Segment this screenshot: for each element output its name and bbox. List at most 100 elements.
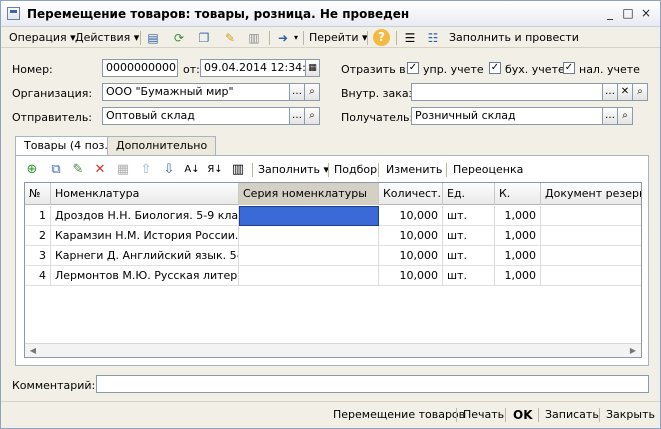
tab-additional[interactable]: Дополнительно <box>107 136 217 155</box>
coefficient-cell[interactable]: 1,000 <box>495 206 541 226</box>
actions-menu[interactable]: Действия ▾ <box>75 30 139 46</box>
maximize-button[interactable]: □ <box>621 6 635 20</box>
move-down-icon[interactable]: ⇩ <box>161 162 177 178</box>
internal-order-field[interactable] <box>411 83 603 101</box>
copy-document-icon[interactable]: ❐ <box>196 30 212 46</box>
save-button[interactable]: Записать <box>545 407 599 423</box>
close-window-button[interactable]: × <box>639 6 653 20</box>
item-cell[interactable]: Карамзин Н.М. История России. ... <box>51 226 239 246</box>
delete-row-icon[interactable]: ✕ <box>92 162 108 178</box>
revaluation-button[interactable]: Переоценка <box>453 162 523 178</box>
unit-cell[interactable]: шт. <box>443 226 495 246</box>
selection-button[interactable]: Подбор <box>334 162 377 178</box>
reflect-label: Отразить в: <box>341 63 410 76</box>
number-field[interactable]: 00000000001 <box>102 59 178 77</box>
scroll-left-icon[interactable]: ◀ <box>27 345 39 357</box>
reserve-doc-cell[interactable] <box>541 226 641 246</box>
series-cell[interactable] <box>239 226 379 246</box>
receiver-search-icon[interactable]: ⌕ <box>617 107 633 125</box>
new-based-on-icon[interactable]: ✎ <box>222 30 238 46</box>
item-cell[interactable]: Дроздов Н.Н. Биология. 5-9 клас... <box>51 206 239 226</box>
sort-ascending-icon[interactable]: A↓ <box>184 162 200 178</box>
comment-field[interactable] <box>96 375 649 393</box>
organization-select-button[interactable]: … <box>289 83 305 101</box>
end-edit-icon[interactable]: ▦ <box>115 162 131 178</box>
help-icon[interactable]: ? <box>373 29 390 46</box>
receiver-select-button[interactable]: … <box>602 107 618 125</box>
calendar-icon[interactable]: ▦ <box>305 59 320 77</box>
column-header[interactable]: Ед. <box>443 183 495 205</box>
ok-button[interactable]: OK <box>513 407 533 423</box>
organization-field[interactable]: ООО "Бумажный мир" <box>102 83 290 101</box>
unit-cell[interactable]: шт. <box>443 206 495 226</box>
item-cell[interactable]: Карнеги Д. Английский язык. 5-9... <box>51 246 239 266</box>
move-up-icon[interactable]: ⇧ <box>138 162 154 178</box>
tab-goods[interactable]: Товары (4 поз.) <box>15 136 122 156</box>
reserve-doc-cell[interactable] <box>541 246 641 266</box>
table-row[interactable]: 4 Лермонтов М.Ю. Русская литера... 10,00… <box>25 266 641 286</box>
sort-descending-icon[interactable]: Я↓ <box>207 162 223 178</box>
table-row[interactable]: 1 Дроздов Н.Н. Биология. 5-9 клас... 10,… <box>25 206 641 226</box>
reflect-mgmt-checkbox[interactable]: ✓ <box>407 62 419 74</box>
structure-icon[interactable]: ▥ <box>246 30 262 46</box>
coefficient-cell[interactable]: 1,000 <box>495 226 541 246</box>
column-header[interactable]: Номенклатура <box>51 183 239 205</box>
list-view-icon[interactable]: ☰ <box>402 30 418 46</box>
quantity-cell[interactable]: 10,000 <box>379 266 443 286</box>
coefficient-cell[interactable]: 1,000 <box>495 246 541 266</box>
transfer-goods-button[interactable]: Перемещение товаров <box>333 407 465 423</box>
coefficient-cell[interactable]: 1,000 <box>495 266 541 286</box>
goto-arrow-dropdown[interactable]: ▾ <box>294 30 298 46</box>
column-header[interactable]: Количест... <box>379 183 443 205</box>
column-header[interactable]: № <box>25 183 51 205</box>
quantity-cell[interactable]: 10,000 <box>379 206 443 226</box>
quantity-cell[interactable]: 10,000 <box>379 246 443 266</box>
add-row-icon[interactable]: ⊕ <box>24 162 40 178</box>
goto-arrow-icon[interactable]: ➜ <box>275 30 291 46</box>
date-field[interactable]: 09.04.2014 12:34:07 <box>200 59 306 77</box>
date-label: от: <box>183 63 200 76</box>
operation-menu[interactable]: Операция ▾ <box>9 30 76 46</box>
close-button[interactable]: Закрыть <box>606 407 655 423</box>
bottom-button-bar: Перемещение товаров Печать OK Записать З… <box>1 401 660 428</box>
minimize-button[interactable]: _ <box>603 6 617 20</box>
item-cell[interactable]: Лермонтов М.Ю. Русская литера... <box>51 266 239 286</box>
copy-row-icon[interactable]: ⧉ <box>48 162 64 178</box>
sender-field[interactable]: Оптовый склад <box>102 107 290 125</box>
column-header[interactable]: Документ резерва <box>541 183 641 205</box>
table-row[interactable]: 3 Карнеги Д. Английский язык. 5-9... 10,… <box>25 246 641 266</box>
series-cell[interactable] <box>239 266 379 286</box>
fill-menu[interactable]: Заполнить ▾ <box>258 162 329 178</box>
series-cell[interactable] <box>239 206 379 226</box>
receiver-field[interactable]: Розничный склад <box>411 107 603 125</box>
sender-select-button[interactable]: … <box>289 107 305 125</box>
reflect-tax-checkbox[interactable]: ✓ <box>563 62 575 74</box>
reflect-acc-checkbox[interactable]: ✓ <box>489 62 501 74</box>
barcode-icon[interactable]: ▥ <box>230 162 246 178</box>
sender-search-icon[interactable]: ⌕ <box>304 107 320 125</box>
table-row[interactable]: 2 Карамзин Н.М. История России. ... 10,0… <box>25 226 641 246</box>
reserve-doc-cell[interactable] <box>541 206 641 226</box>
change-button[interactable]: Изменить <box>386 162 442 178</box>
organization-search-icon[interactable]: ⌕ <box>304 83 320 101</box>
scroll-right-icon[interactable]: ▶ <box>627 345 639 357</box>
refresh-icon[interactable]: ⟳ <box>171 30 187 46</box>
internal-order-clear-icon[interactable]: ✕ <box>617 83 633 101</box>
horizontal-scrollbar[interactable]: ◀ ▶ <box>25 343 641 357</box>
reflect-mgmt-label: упр. учете <box>423 63 484 76</box>
goto-menu[interactable]: Перейти ▾ <box>309 30 368 46</box>
quantity-cell[interactable]: 10,000 <box>379 226 443 246</box>
series-cell[interactable] <box>239 246 379 266</box>
column-header[interactable]: Серия номенклатуры <box>239 183 379 205</box>
row-number: 3 <box>25 246 51 266</box>
column-header[interactable]: К. <box>495 183 541 205</box>
fill-and-post-button[interactable]: Заполнить и провести <box>449 30 579 46</box>
post-document-icon[interactable]: ▤ <box>145 30 161 46</box>
internal-order-search-icon[interactable]: ⌕ <box>632 83 648 101</box>
edit-row-icon[interactable]: ✎ <box>70 162 86 178</box>
print-button[interactable]: Печать <box>463 407 504 423</box>
unit-cell[interactable]: шт. <box>443 266 495 286</box>
internal-order-select-button[interactable]: … <box>602 83 618 101</box>
reserve-doc-cell[interactable] <box>541 266 641 286</box>
unit-cell[interactable]: шт. <box>443 246 495 266</box>
